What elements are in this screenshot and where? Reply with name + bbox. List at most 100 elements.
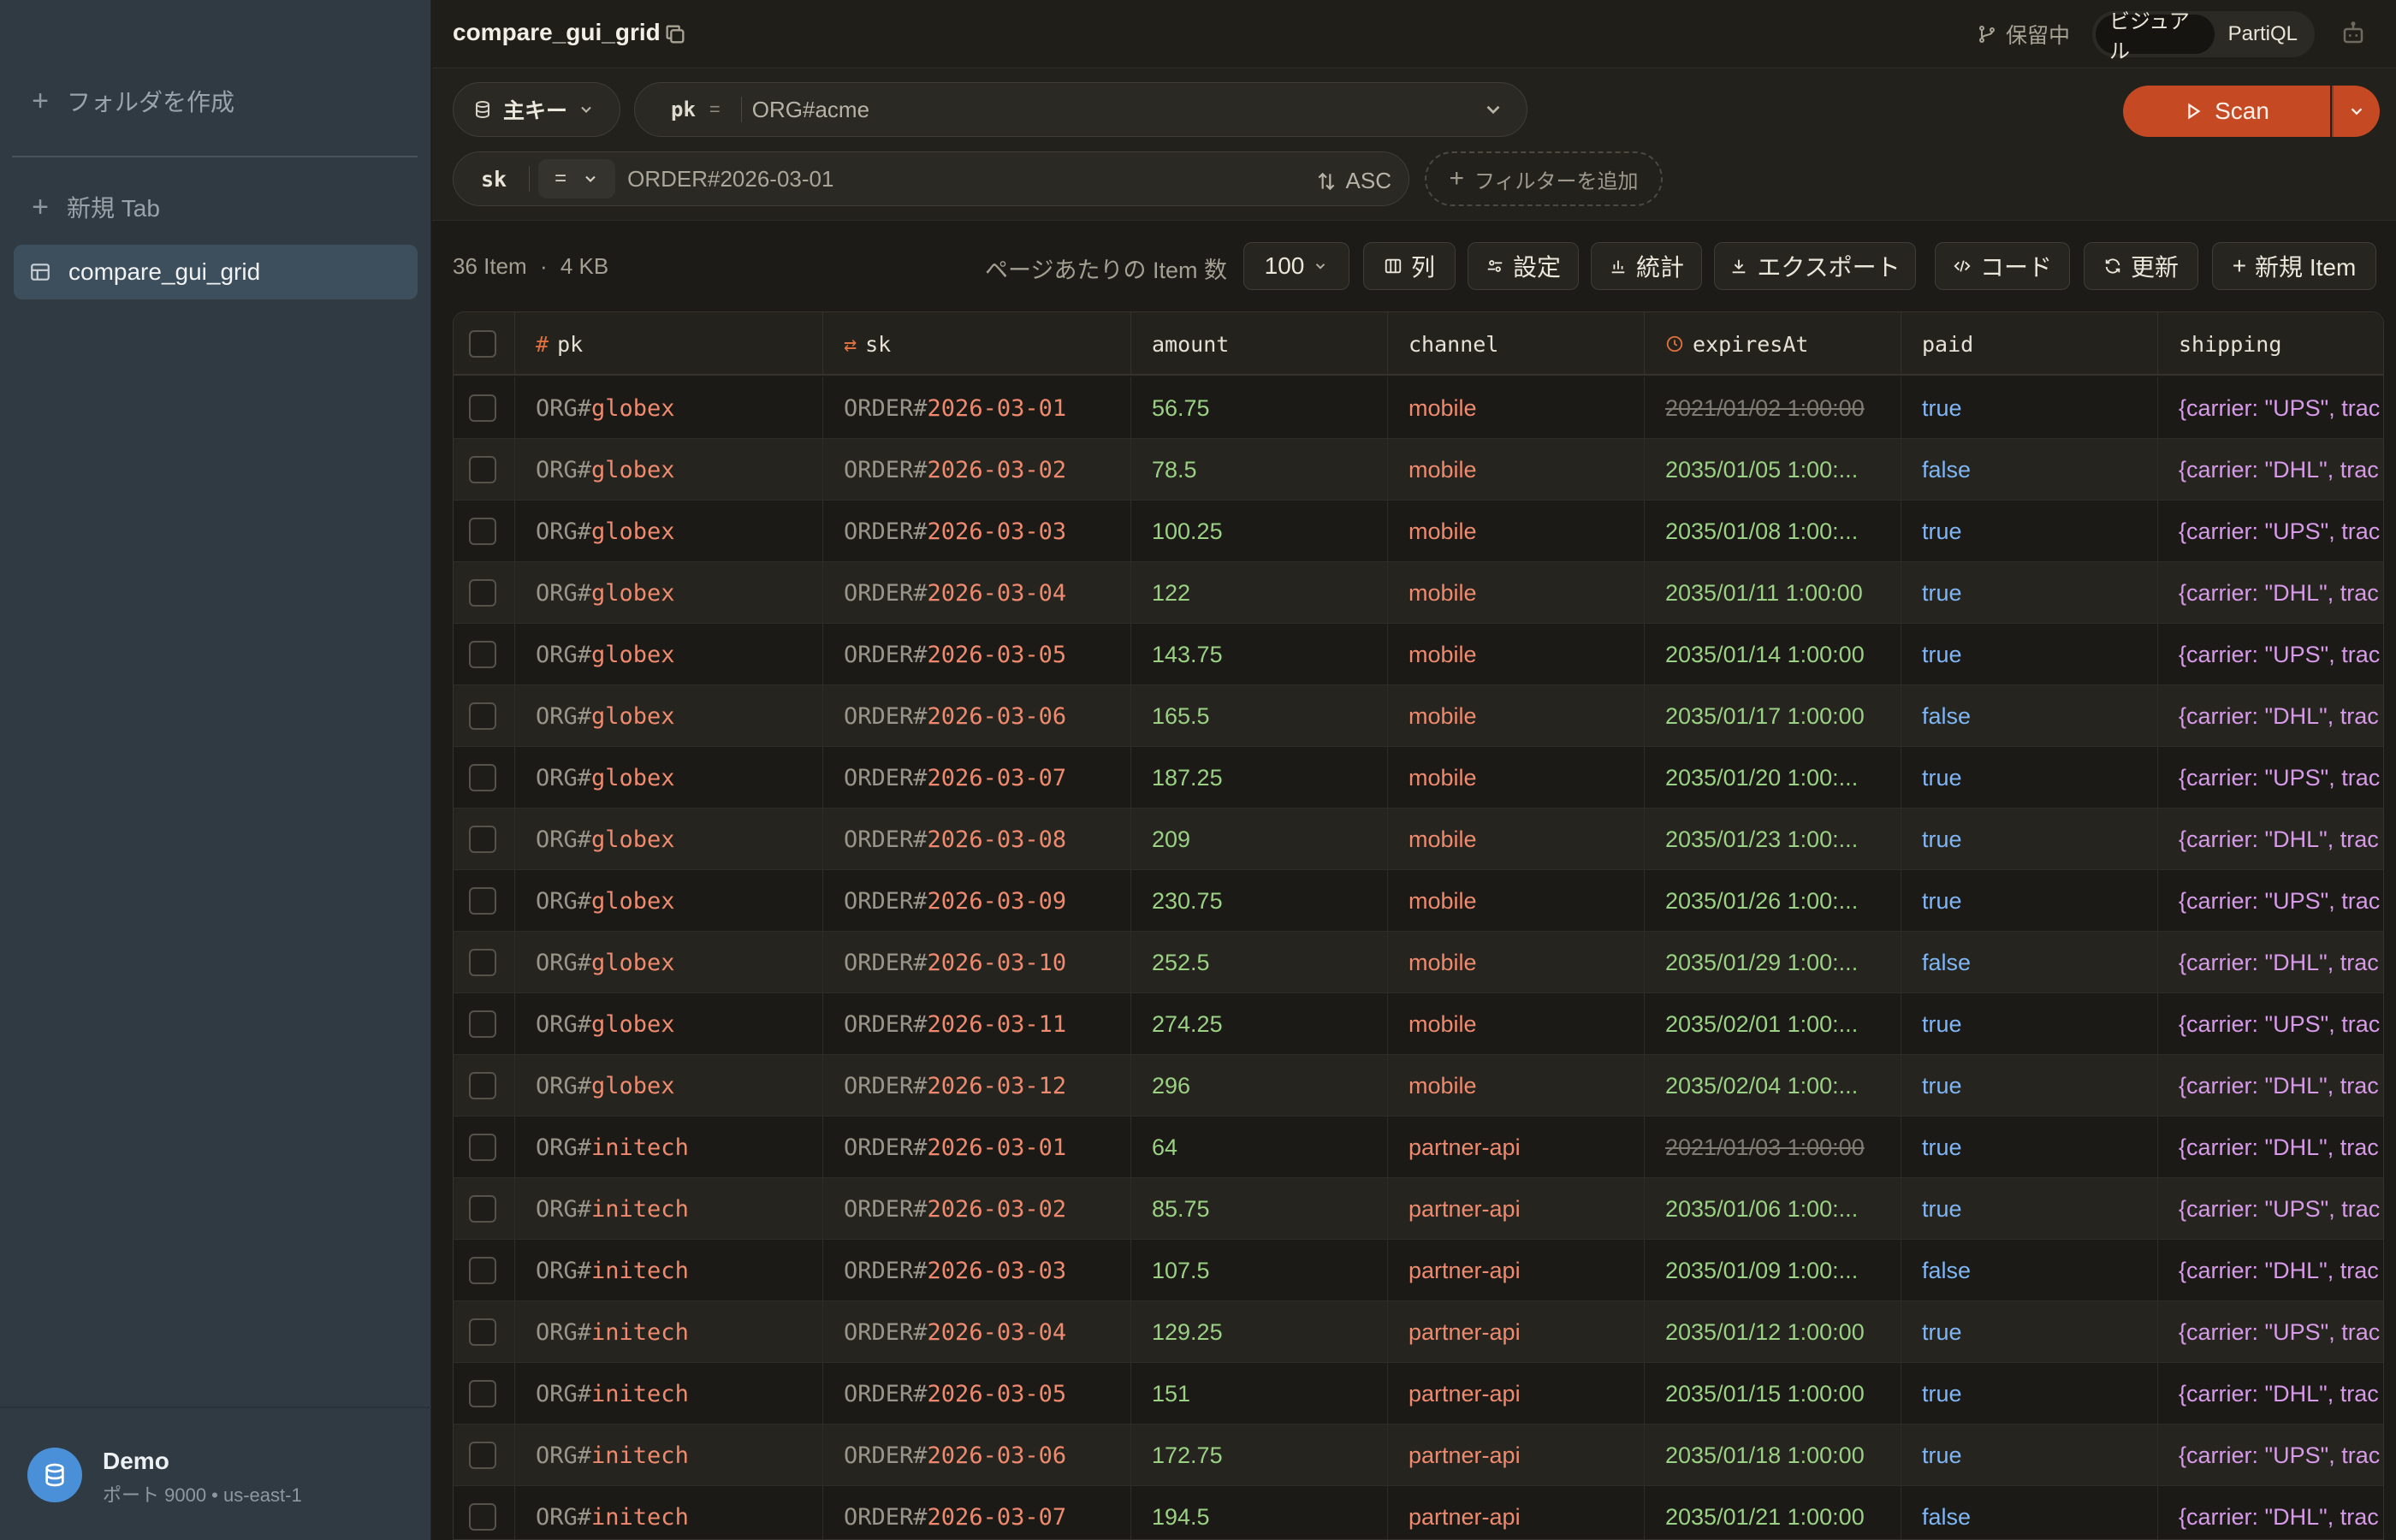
cell-channel[interactable]: mobile <box>1388 993 1645 1055</box>
cell-expiresat[interactable]: 2035/02/04 1:00:... <box>1645 1055 1901 1116</box>
table-row[interactable]: ORG# globex ORDER# 2026-03-09 230.75 mobile 20… <box>454 870 2383 932</box>
cell-sk[interactable]: ORDER# 2026-03-11 <box>823 993 1131 1055</box>
cell-expiresat[interactable]: 2035/01/05 1:00:... <box>1645 439 1901 500</box>
cell-amount[interactable]: 78.5 <box>1131 439 1388 500</box>
cell-sk[interactable]: ORDER# 2026-03-02 <box>823 439 1131 500</box>
cell-amount[interactable]: 252.5 <box>1131 932 1388 993</box>
cell-shipping[interactable]: {carrier: "DHL", trac <box>2158 1363 2383 1424</box>
cell-sk[interactable]: ORDER# 2026-03-05 <box>823 624 1131 685</box>
table-row[interactable]: ORG# globex ORDER# 2026-03-02 78.5 mobile 2035… <box>454 439 2383 500</box>
row-checkbox[interactable] <box>469 887 496 915</box>
table-row[interactable]: ORG# globex ORDER# 2026-03-01 56.75 mobile 202… <box>454 377 2383 439</box>
cell-amount[interactable]: 56.75 <box>1131 377 1388 439</box>
cell-paid[interactable]: true <box>1901 624 2158 685</box>
cell-expiresat[interactable]: 2035/02/01 1:00:... <box>1645 993 1901 1055</box>
cell-sk[interactable]: ORDER# 2026-03-03 <box>823 500 1131 562</box>
cell-shipping[interactable]: {carrier: "UPS", trac <box>2158 624 2383 685</box>
cell-paid[interactable]: true <box>1901 500 2158 562</box>
sk-operator-select[interactable]: = <box>538 159 616 198</box>
pending-changes-button[interactable]: 保留中 <box>1977 19 2070 50</box>
row-checkbox[interactable] <box>469 1257 496 1284</box>
new-tab-button[interactable]: + 新規 Tab <box>29 190 160 224</box>
cell-shipping[interactable]: {carrier: "UPS", trac <box>2158 377 2383 439</box>
cell-pk[interactable]: ORG# initech <box>515 1486 823 1539</box>
cell-amount[interactable]: 143.75 <box>1131 624 1388 685</box>
cell-shipping[interactable]: {carrier: "DHL", trac <box>2158 1055 2383 1116</box>
cell-expiresat[interactable]: 2021/01/02 1:00:00 <box>1645 377 1901 439</box>
row-checkbox[interactable] <box>469 1318 496 1346</box>
cell-channel[interactable]: mobile <box>1388 808 1645 870</box>
column-header-paid[interactable]: paid <box>1901 312 2158 376</box>
column-header-pk[interactable]: # pk <box>515 312 823 376</box>
cell-pk[interactable]: ORG# initech <box>515 1301 823 1363</box>
database-avatar[interactable] <box>27 1448 82 1502</box>
row-checkbox[interactable] <box>469 1195 496 1223</box>
cell-amount[interactable]: 274.25 <box>1131 993 1388 1055</box>
table-row[interactable]: ORG# globex ORDER# 2026-03-07 187.25 mobile 20… <box>454 747 2383 808</box>
table-row[interactable]: ORG# globex ORDER# 2026-03-05 143.75 mobile 20… <box>454 624 2383 685</box>
cell-channel[interactable]: partner-api <box>1388 1116 1645 1178</box>
cell-amount[interactable]: 209 <box>1131 808 1388 870</box>
cell-expiresat[interactable]: 2035/01/11 1:00:00 <box>1645 562 1901 624</box>
cell-pk[interactable]: ORG# globex <box>515 439 823 500</box>
cell-amount[interactable]: 194.5 <box>1131 1486 1388 1539</box>
cell-sk[interactable]: ORDER# 2026-03-07 <box>823 1486 1131 1539</box>
cell-expiresat[interactable]: 2035/01/15 1:00:00 <box>1645 1363 1901 1424</box>
cell-sk[interactable]: ORDER# 2026-03-04 <box>823 1301 1131 1363</box>
row-checkbox[interactable] <box>469 1442 496 1469</box>
column-header-expiresat[interactable]: expiresAt <box>1645 312 1901 376</box>
cell-shipping[interactable]: {carrier: "DHL", trac <box>2158 685 2383 747</box>
cell-sk[interactable]: ORDER# 2026-03-10 <box>823 932 1131 993</box>
row-checkbox[interactable] <box>469 394 496 422</box>
cell-channel[interactable]: mobile <box>1388 624 1645 685</box>
add-filter-button[interactable]: + フィルターを追加 <box>1425 151 1663 206</box>
tab-partiql[interactable]: PartiQL <box>2215 15 2311 54</box>
cell-pk[interactable]: ORG# globex <box>515 562 823 624</box>
cell-amount[interactable]: 85.75 <box>1131 1178 1388 1240</box>
cell-sk[interactable]: ORDER# 2026-03-04 <box>823 562 1131 624</box>
cell-shipping[interactable]: {carrier: "UPS", trac <box>2158 1424 2383 1486</box>
cell-sk[interactable]: ORDER# 2026-03-03 <box>823 1240 1131 1301</box>
cell-amount[interactable]: 107.5 <box>1131 1240 1388 1301</box>
table-row[interactable]: ORG# initech ORDER# 2026-03-06 172.75 partner… <box>454 1424 2383 1486</box>
new-item-button[interactable]: + 新規 Item <box>2212 242 2376 290</box>
sidebar-item-compare-gui-grid[interactable]: compare_gui_grid <box>14 245 418 299</box>
tab-visual[interactable]: ビジュアル <box>2096 10 2215 63</box>
cell-expiresat[interactable]: 2035/01/06 1:00:... <box>1645 1178 1901 1240</box>
cell-pk[interactable]: ORG# initech <box>515 1240 823 1301</box>
table-row[interactable]: ORG# initech ORDER# 2026-03-02 85.75 partner-… <box>454 1178 2383 1240</box>
row-checkbox[interactable] <box>469 1134 496 1161</box>
refresh-button[interactable]: 更新 <box>2084 242 2198 290</box>
cell-shipping[interactable]: {carrier: "UPS", trac <box>2158 993 2383 1055</box>
cell-paid[interactable]: true <box>1901 1116 2158 1178</box>
row-checkbox[interactable] <box>469 1380 496 1407</box>
cell-sk[interactable]: ORDER# 2026-03-01 <box>823 377 1131 439</box>
cell-sk[interactable]: ORDER# 2026-03-01 <box>823 1116 1131 1178</box>
sk-value-input[interactable]: ORDER#2026-03-01 <box>627 166 833 192</box>
cell-paid[interactable]: false <box>1901 685 2158 747</box>
cell-expiresat[interactable]: 2035/01/14 1:00:00 <box>1645 624 1901 685</box>
table-row[interactable]: ORG# globex ORDER# 2026-03-11 274.25 mobile 20… <box>454 993 2383 1055</box>
cell-paid[interactable]: true <box>1901 1055 2158 1116</box>
column-header-channel[interactable]: channel <box>1388 312 1645 376</box>
cell-sk[interactable]: ORDER# 2026-03-06 <box>823 1424 1131 1486</box>
cell-amount[interactable]: 165.5 <box>1131 685 1388 747</box>
cell-shipping[interactable]: {carrier: "DHL", trac <box>2158 808 2383 870</box>
cell-channel[interactable]: mobile <box>1388 439 1645 500</box>
cell-shipping[interactable]: {carrier: "UPS", trac <box>2158 500 2383 562</box>
pk-value-input[interactable]: ORG#acme <box>752 97 869 123</box>
table-row[interactable]: ORG# initech ORDER# 2026-03-04 129.25 partner… <box>454 1301 2383 1363</box>
cell-paid[interactable]: true <box>1901 747 2158 808</box>
cell-paid[interactable]: false <box>1901 1486 2158 1539</box>
cell-sk[interactable]: ORDER# 2026-03-06 <box>823 685 1131 747</box>
cell-pk[interactable]: ORG# initech <box>515 1424 823 1486</box>
cell-paid[interactable]: true <box>1901 1424 2158 1486</box>
cell-sk[interactable]: ORDER# 2026-03-05 <box>823 1363 1131 1424</box>
cell-pk[interactable]: ORG# globex <box>515 870 823 932</box>
column-header-amount[interactable]: amount <box>1131 312 1388 376</box>
export-button[interactable]: エクスポート <box>1714 242 1916 290</box>
cell-pk[interactable]: ORG# globex <box>515 993 823 1055</box>
scan-button[interactable]: Scan <box>2123 86 2330 137</box>
cell-pk[interactable]: ORG# globex <box>515 685 823 747</box>
cell-amount[interactable]: 187.25 <box>1131 747 1388 808</box>
